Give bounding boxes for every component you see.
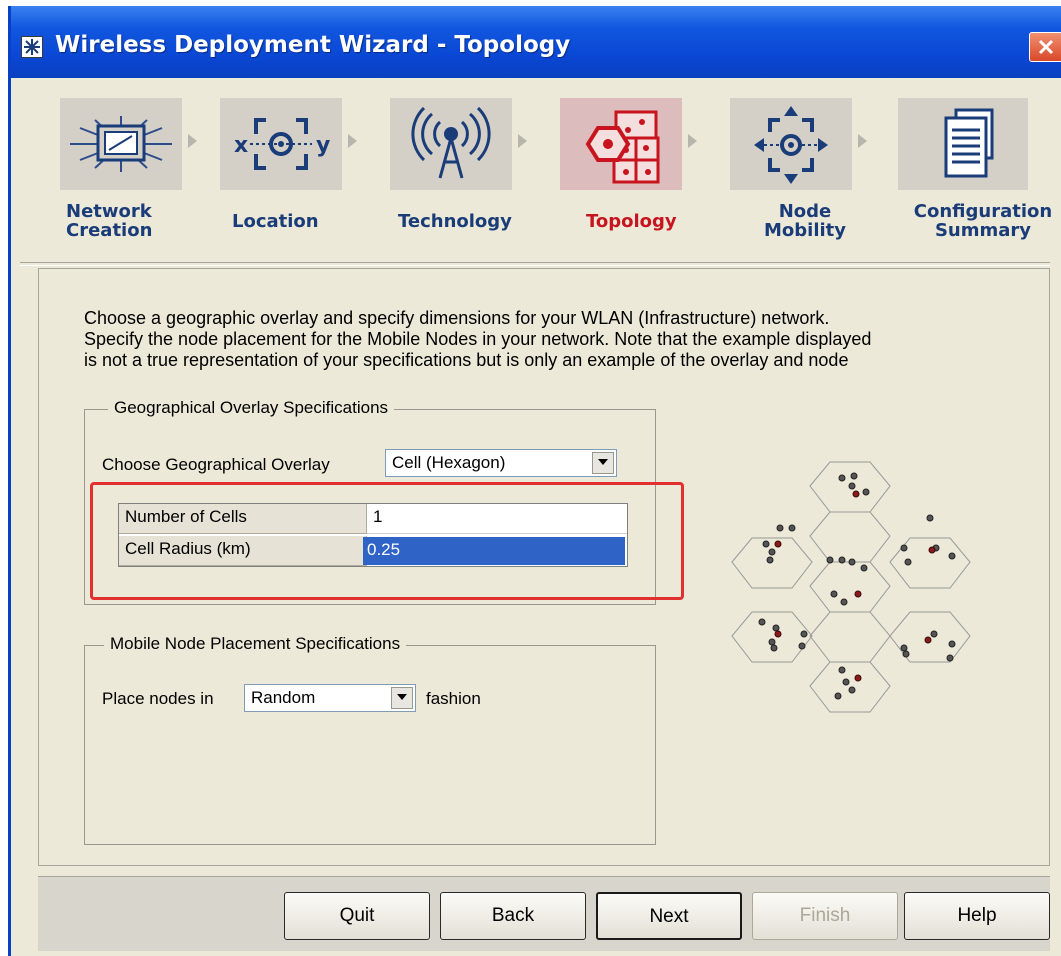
overlay-label: Choose Geographical Overlay bbox=[102, 455, 330, 474]
step-label-topology: Topology bbox=[586, 211, 677, 232]
step-label-network-1: Network bbox=[66, 201, 152, 222]
step-label-network-2: Creation bbox=[66, 220, 153, 241]
chevron-down-icon bbox=[598, 459, 608, 465]
placement-prefix: Place nodes in bbox=[102, 689, 214, 708]
help-button[interactable]: Help bbox=[904, 892, 1050, 940]
svg-text:y: y bbox=[316, 133, 330, 158]
geo-overlay-legend: Geographical Overlay Specifications bbox=[108, 398, 395, 418]
step-label-node-1: Node bbox=[778, 201, 832, 222]
next-button[interactable]: Next bbox=[596, 892, 742, 940]
topology-icon bbox=[560, 98, 682, 190]
placement-group bbox=[84, 645, 656, 845]
wizard-steps: Network Creation x y Location Technology… bbox=[8, 72, 1058, 252]
placement-suffix: fashion bbox=[426, 689, 481, 708]
svg-text:x: x bbox=[234, 133, 248, 158]
step-label-config-2: Summary bbox=[934, 220, 1032, 241]
placement-legend: Mobile Node Placement Specifications bbox=[104, 634, 407, 654]
highlight-box bbox=[90, 482, 684, 600]
instructions-line-3: is not a true representation of your spe… bbox=[84, 350, 849, 370]
overlay-select-value: Cell (Hexagon) bbox=[392, 453, 506, 472]
placement-select[interactable]: Random bbox=[244, 684, 416, 712]
placement-dropdown-button[interactable] bbox=[391, 687, 413, 709]
node-mobility-icon bbox=[730, 98, 852, 190]
configuration-summary-icon bbox=[898, 98, 1028, 190]
step-label-config-1: Configuration bbox=[913, 201, 1053, 222]
technology-antenna-icon bbox=[390, 98, 512, 190]
title-bar: Wireless Deployment Wizard - Topology bbox=[11, 6, 1061, 78]
finish-button[interactable]: Finish bbox=[752, 892, 898, 940]
step-label-location: Location bbox=[232, 211, 319, 232]
overlay-select[interactable]: Cell (Hexagon) bbox=[385, 449, 617, 477]
back-button[interactable]: Back bbox=[440, 892, 586, 940]
chevron-down-icon bbox=[397, 694, 407, 700]
instructions-line-2: Specify the node placement for the Mobil… bbox=[84, 329, 872, 349]
instructions-line-1: Choose a geographic overlay and specify … bbox=[84, 308, 830, 328]
window-title: Wireless Deployment Wizard - Topology bbox=[55, 32, 571, 58]
network-creation-icon bbox=[60, 98, 182, 190]
overlay-example-diagram bbox=[720, 456, 990, 736]
step-label-technology: Technology bbox=[398, 211, 512, 232]
step-label-node-2: Mobility bbox=[764, 220, 847, 241]
quit-button[interactable]: Quit bbox=[284, 892, 430, 940]
overlay-dropdown-button[interactable] bbox=[592, 452, 614, 474]
placement-select-value: Random bbox=[251, 688, 316, 707]
app-icon bbox=[21, 36, 43, 58]
steps-divider bbox=[20, 262, 1050, 266]
instructions-text: Choose a geographic overlay and specify … bbox=[84, 308, 1044, 371]
location-icon: x y bbox=[220, 98, 342, 190]
close-button[interactable] bbox=[1029, 32, 1061, 62]
close-icon bbox=[1038, 39, 1054, 55]
